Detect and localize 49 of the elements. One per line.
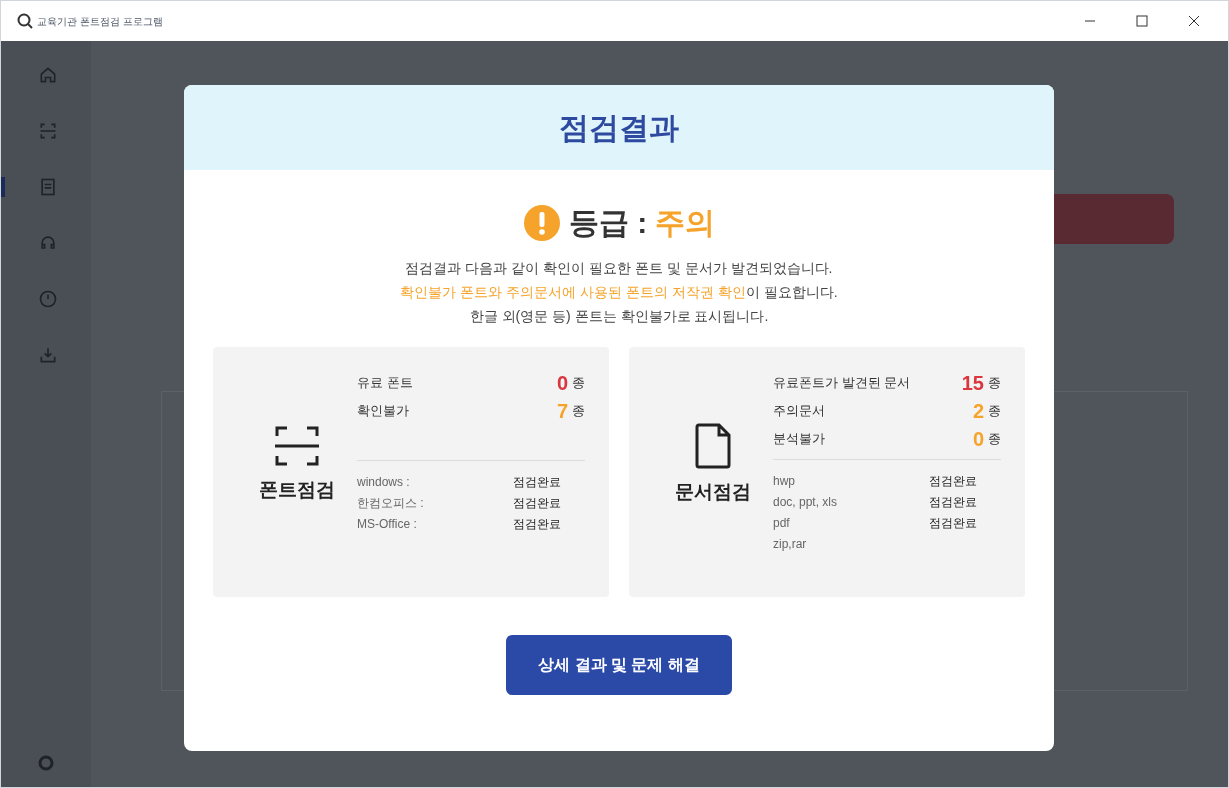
count-value: 7 — [556, 399, 568, 423]
document-icon — [38, 177, 58, 197]
settings-icon[interactable] — [38, 755, 54, 771]
count-value: 0 — [972, 427, 984, 451]
description-line: 한글 외(영문 등) 폰트는 확인불가로 표시됩니다. — [469, 307, 769, 326]
count-label: 유료폰트가 발견된 문서 — [773, 374, 912, 393]
card-title: 문서점검 — [675, 479, 751, 504]
warning-icon — [522, 203, 561, 242]
card-title: 폰트점검 — [259, 477, 335, 502]
count-unit: 종 — [572, 374, 585, 393]
count-unit: 종 — [988, 402, 1001, 421]
status-text: 점검완료 — [513, 474, 561, 491]
platform-label: windows : — [357, 474, 411, 491]
platform-label: pdf — [773, 515, 791, 532]
home-icon — [38, 65, 58, 85]
status-text: 점검완료 — [929, 473, 977, 490]
status-text: 점검완료 — [929, 515, 977, 532]
description-line: 점검결과 다음과 같이 확인이 필요한 폰트 및 문서가 발견되었습니다. — [405, 259, 833, 278]
count-value: 15 — [961, 371, 984, 395]
search-icon — [17, 13, 33, 29]
maximize-icon[interactable] — [1136, 15, 1148, 27]
count-unit: 종 — [988, 430, 1001, 449]
document-icon — [693, 421, 733, 470]
clock-icon — [38, 289, 58, 309]
status-text: 점검완료 — [513, 516, 561, 533]
grade-value: 주의 — [655, 205, 716, 241]
dialog-title: 점검결과 — [559, 110, 679, 146]
count-label: 분석불가 — [773, 430, 826, 449]
grade-label: 등급 : — [568, 205, 648, 241]
count-label: 주의문서 — [773, 402, 826, 421]
count-label: 유료 폰트 — [357, 374, 414, 393]
window-title: 교육기관 폰트점검 프로그램 — [37, 14, 163, 29]
status-text: 점검완료 — [929, 494, 977, 511]
count-unit: 종 — [572, 402, 585, 421]
count-value: 2 — [972, 399, 984, 423]
platform-label: hwp — [773, 473, 796, 490]
platform-label: zip,rar — [773, 536, 808, 553]
platform-label: 한컴오피스 : — [357, 495, 425, 512]
close-icon[interactable] — [1188, 15, 1200, 27]
count-value: 0 — [556, 371, 568, 395]
download-icon — [38, 345, 58, 365]
detail-button[interactable]: 상세 결과 및 문제 해결 — [506, 635, 732, 695]
description-line: 확인불가 폰트와 주의문서에 사용된 폰트의 저작권 확인이 필요합니다. — [400, 283, 838, 302]
platform-label: MS-Office : — [357, 516, 418, 533]
count-unit: 종 — [988, 374, 1001, 393]
count-label: 확인불가 — [357, 402, 410, 421]
platform-label: doc, ppt, xls — [773, 494, 839, 511]
scan-icon — [38, 121, 58, 141]
status-text: 점검완료 — [513, 495, 561, 512]
